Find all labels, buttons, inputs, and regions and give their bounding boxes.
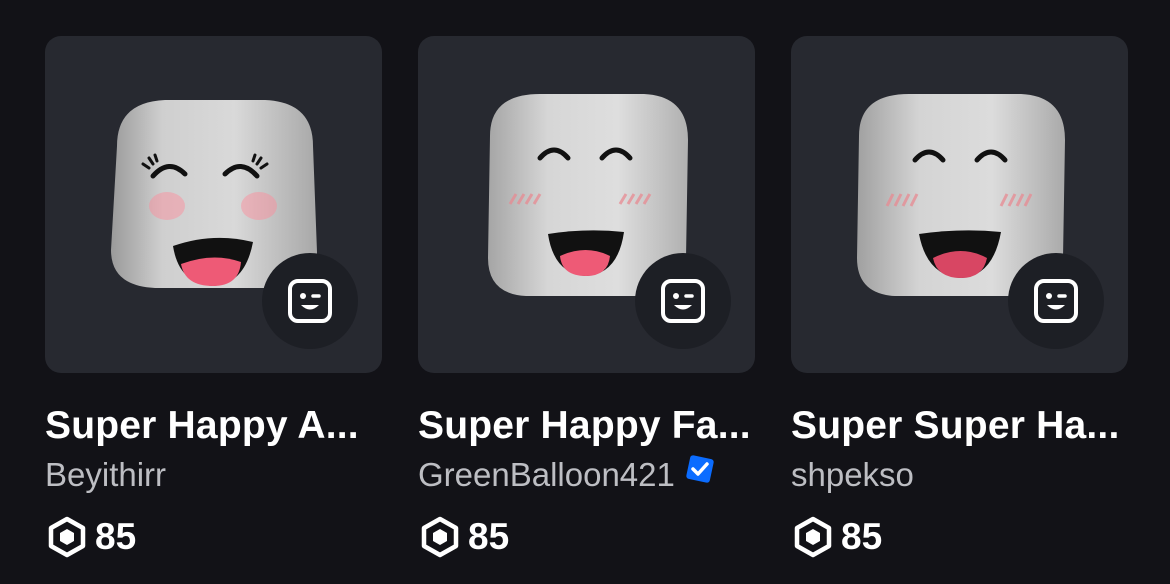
item-thumbnail[interactable] xyxy=(418,36,755,373)
robux-icon xyxy=(794,516,832,558)
face-accessory-badge xyxy=(1008,253,1104,349)
verified-badge-icon xyxy=(686,455,714,483)
wink-face-icon xyxy=(288,279,332,323)
catalog-grid: Super Happy A... Beyithirr 85 Super Happ… xyxy=(45,36,1128,559)
creator-row: GreenBalloon421 xyxy=(418,455,755,495)
face-accessory-badge xyxy=(635,253,731,349)
price-row: 85 xyxy=(418,515,755,559)
robux-icon xyxy=(421,516,459,558)
price-row: 85 xyxy=(45,515,382,559)
catalog-item-card[interactable]: Super Super Ha... shpekso 85 xyxy=(791,36,1128,559)
item-price: 85 xyxy=(841,516,883,557)
creator-row: shpekso xyxy=(791,455,1128,495)
wink-face-icon xyxy=(1034,279,1078,323)
creator-name[interactable]: Beyithirr xyxy=(45,455,166,495)
face-accessory-badge xyxy=(262,253,358,349)
robux-icon xyxy=(48,516,86,558)
item-title[interactable]: Super Super Ha... xyxy=(791,403,1128,449)
item-title[interactable]: Super Happy A... xyxy=(45,403,382,449)
creator-name[interactable]: GreenBalloon421 xyxy=(418,455,675,495)
creator-row: Beyithirr xyxy=(45,455,382,495)
catalog-item-card[interactable]: Super Happy Fa... GreenBalloon421 85 xyxy=(418,36,755,559)
creator-name[interactable]: shpekso xyxy=(791,455,914,495)
item-price: 85 xyxy=(468,516,510,557)
wink-face-icon xyxy=(661,279,705,323)
price-row: 85 xyxy=(791,515,1128,559)
catalog-item-card[interactable]: Super Happy A... Beyithirr 85 xyxy=(45,36,382,559)
item-thumbnail[interactable] xyxy=(791,36,1128,373)
item-title[interactable]: Super Happy Fa... xyxy=(418,403,755,449)
item-price: 85 xyxy=(95,516,137,557)
item-thumbnail[interactable] xyxy=(45,36,382,373)
